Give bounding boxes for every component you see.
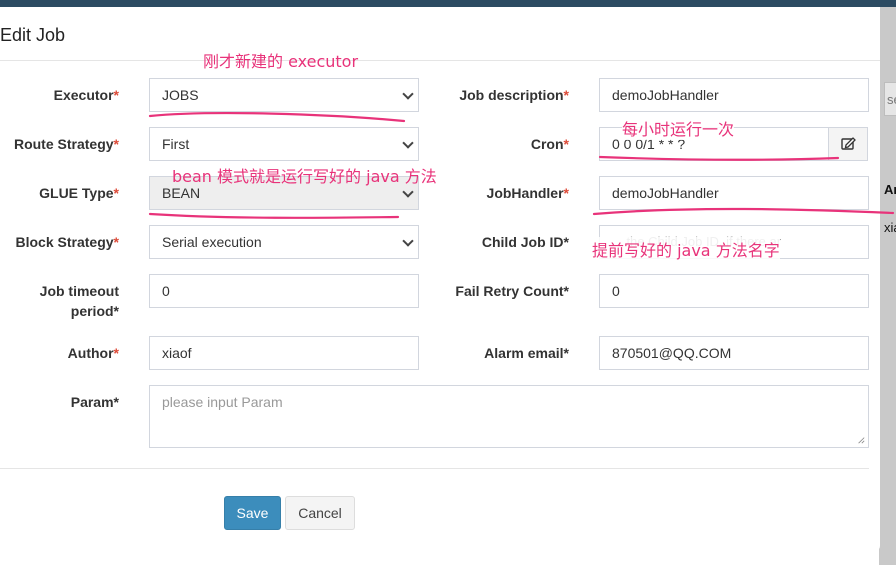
job-timeout-label: Job timeout period* (39, 283, 119, 319)
edit-job-dialog: Edit Job Executor* JOBS Job description*… (0, 7, 880, 551)
alarm-email-input[interactable]: 870501@QQ.COM (599, 336, 869, 370)
job-timeout-input[interactable]: 0 (149, 274, 419, 308)
child-job-id-label: Child Job ID* (481, 234, 569, 250)
dialog-footer-divider (0, 468, 869, 469)
edit-icon (841, 137, 856, 150)
route-strategy-label: Route Strategy* (13, 136, 119, 152)
job-description-input[interactable]: demoJobHandler (599, 78, 869, 112)
cron-annotation: 每小时运行一次 (622, 116, 735, 140)
job-description-label: Job description* (459, 87, 569, 103)
block-strategy-label: Block Strategy* (15, 234, 120, 250)
cron-label: Cron* (530, 136, 569, 152)
param-textarea[interactable]: please input Param (149, 385, 869, 448)
param-label: Param* (70, 394, 119, 410)
executor-annotation: 刚才新建的 executor (203, 52, 359, 71)
glue-type-label: GLUE Type* (39, 185, 119, 201)
background-input-fragment: se (884, 82, 896, 116)
dialog-title: Edit Job (0, 25, 66, 45)
background-text-fragment: xia (884, 220, 896, 235)
job-handler-label: JobHandler* (486, 185, 569, 201)
resize-handle-icon[interactable] (857, 436, 865, 444)
author-label: Author* (67, 345, 119, 361)
handler-annotation: 提前写好的 java 方法名字 (592, 237, 780, 261)
block-strategy-select[interactable]: Serial execution (149, 225, 419, 259)
alarm-email-label: Alarm email* (484, 345, 569, 361)
save-button[interactable]: Save (224, 496, 281, 530)
dialog-header-divider (0, 60, 880, 61)
executor-select[interactable]: JOBS (149, 78, 419, 112)
fail-retry-input[interactable]: 0 (599, 274, 869, 308)
fail-retry-label: Fail Retry Count* (455, 283, 569, 299)
background-text-fragment: Ar (884, 182, 896, 197)
executor-label: Executor* (53, 87, 119, 103)
author-input[interactable]: xiaof (149, 336, 419, 370)
page-header-bar (0, 0, 896, 7)
job-handler-input[interactable]: demoJobHandler (599, 176, 869, 210)
route-strategy-select[interactable]: First (149, 127, 419, 161)
cancel-button[interactable]: Cancel (285, 496, 355, 530)
cron-edit-button[interactable] (828, 127, 868, 161)
glue-annotation: bean 模式就是运行写好的 java 方法 (172, 167, 437, 186)
